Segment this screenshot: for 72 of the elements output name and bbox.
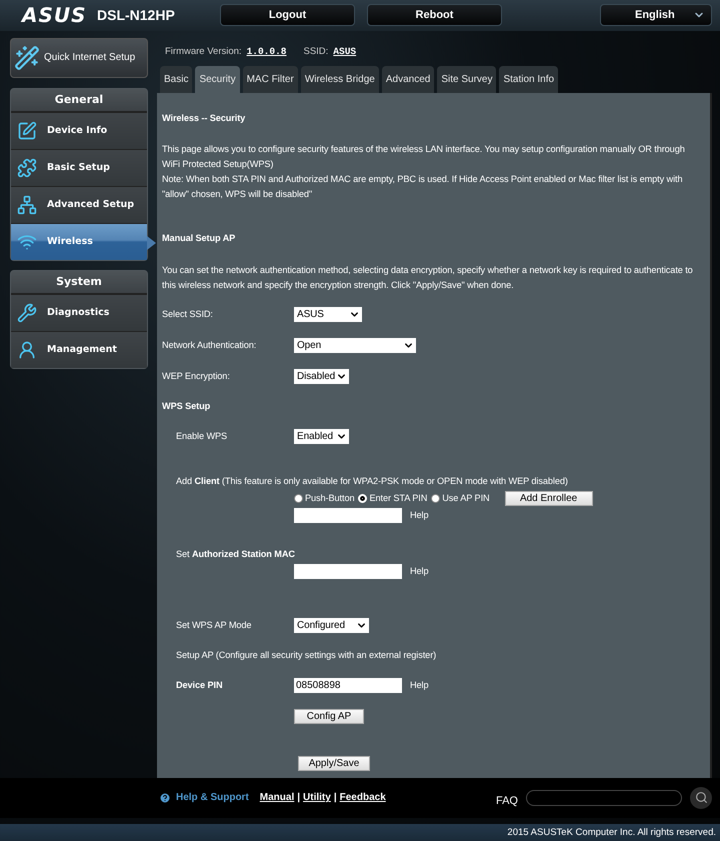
add-enrollee-button[interactable]: Add Enrollee [504, 490, 593, 506]
add-client-text: Add Client (This feature is only available for WPA2-PSK mode or OPEN mode with WEP disabled) [176, 476, 568, 486]
ssid-value[interactable]: ASUS [333, 46, 356, 57]
faq-label: FAQ [496, 794, 518, 807]
separator-text: | [297, 792, 300, 804]
search-icon [694, 791, 708, 804]
section-title: Manual Setup AP [162, 232, 236, 245]
wrench-icon [17, 302, 37, 322]
dropdown[interactable]: ASUS [294, 306, 362, 322]
ssid-label: SSID: [303, 46, 328, 57]
menu-heading: System [11, 270, 147, 294]
config-ap-button[interactable]: Config AP [294, 708, 364, 724]
tab[interactable]: Basic [160, 66, 192, 92]
firmware-label: Firmware Version: [165, 46, 242, 57]
radio-button[interactable] [431, 494, 440, 502]
field-label: Network Authentication: [162, 338, 258, 352]
edit-icon [17, 120, 37, 140]
field-label: Device PIN [176, 678, 224, 692]
copyright-text: 2015 ASUSTeK Computer Inc. All rights reserved. [0, 824, 720, 841]
tab[interactable]: Station Info [499, 66, 558, 92]
puzzle-icon [17, 158, 37, 178]
radio-label: Enter STA PIN [369, 492, 428, 504]
help-link[interactable]: Help [410, 508, 428, 522]
field-label: Set WPS AP Mode [176, 618, 252, 632]
radio-label: Push-Button [305, 492, 354, 504]
footer-link[interactable]: Manual [260, 792, 294, 804]
footer-link[interactable]: Utility [303, 792, 331, 804]
dropdown[interactable]: Enabled [294, 428, 349, 444]
quick-setup-button[interactable]: Quick Internet Setup [10, 38, 148, 78]
footer-link[interactable]: Feedback [340, 792, 386, 804]
description-text: This page allows you to configure security features of the wireless LAN interface. You may setup configuration manually OR through WiFi Protected Setup(WPS) [162, 142, 686, 171]
help-link[interactable]: Help [410, 564, 428, 578]
separator-text: | [334, 792, 337, 804]
tab[interactable]: Site Survey [437, 66, 496, 92]
radio-label: Use AP PIN [442, 492, 490, 504]
help-support-link[interactable]: Help & Support [176, 792, 249, 804]
description-text: You can set the network authentication method, selecting data encryption, specify whether a network key is required to authenticate to this wireless network and specify the encryption strength. Click "Apply/Save" when done. [162, 264, 694, 292]
pin-field[interactable]: 08508898 [294, 678, 402, 692]
radio-button[interactable] [294, 494, 303, 502]
language-dropdown[interactable]: English [600, 4, 712, 26]
page-title: Wireless -- Security [162, 112, 246, 125]
model-name: DSL-N12HP [97, 7, 176, 24]
field-label: Enable WPS [176, 430, 228, 442]
tab[interactable]: Advanced [382, 66, 434, 92]
dropdown[interactable]: Open [294, 338, 416, 352]
tab[interactable]: Security [195, 66, 240, 92]
section-title: WPS Setup [162, 400, 212, 413]
user-icon [17, 340, 37, 360]
network-icon [17, 194, 37, 214]
dropdown[interactable]: Disabled [294, 368, 349, 384]
field-label: Set Authorized Station MAC [176, 548, 295, 558]
tab[interactable]: MAC Filter [242, 66, 298, 92]
firmware-version[interactable]: 1.0.0.8 [246, 46, 286, 57]
help-link[interactable]: Help [410, 678, 428, 692]
apply-save-button[interactable]: Apply/Save [298, 756, 370, 770]
header-button[interactable]: Reboot [367, 4, 502, 26]
menu-heading: General [11, 88, 147, 112]
field-label: Select SSID: [162, 308, 214, 320]
description-text: Setup AP (Configure all security settings with an external register) [175, 648, 438, 662]
description-text: Note: When both STA PIN and Authorized MAC are empty, PBC is used. If Hide Access Point enabled or Mac filter list is empty with "allow" chosen, WPS will be disabled" [162, 172, 684, 200]
input-field[interactable] [294, 564, 402, 578]
dropdown[interactable]: Configured [294, 618, 369, 632]
header-button[interactable]: Logout [220, 4, 355, 26]
search-button[interactable] [690, 786, 712, 809]
wand-icon [14, 44, 40, 70]
faq-search-field[interactable] [526, 790, 682, 806]
help-icon [159, 792, 171, 804]
sidebar-item[interactable]: Management [11, 330, 147, 368]
tab[interactable]: Wireless Bridge [300, 66, 379, 92]
logo: ASUS [22, 3, 84, 28]
input-field[interactable] [294, 508, 402, 522]
field-label: WEP Encryption: [162, 370, 231, 383]
